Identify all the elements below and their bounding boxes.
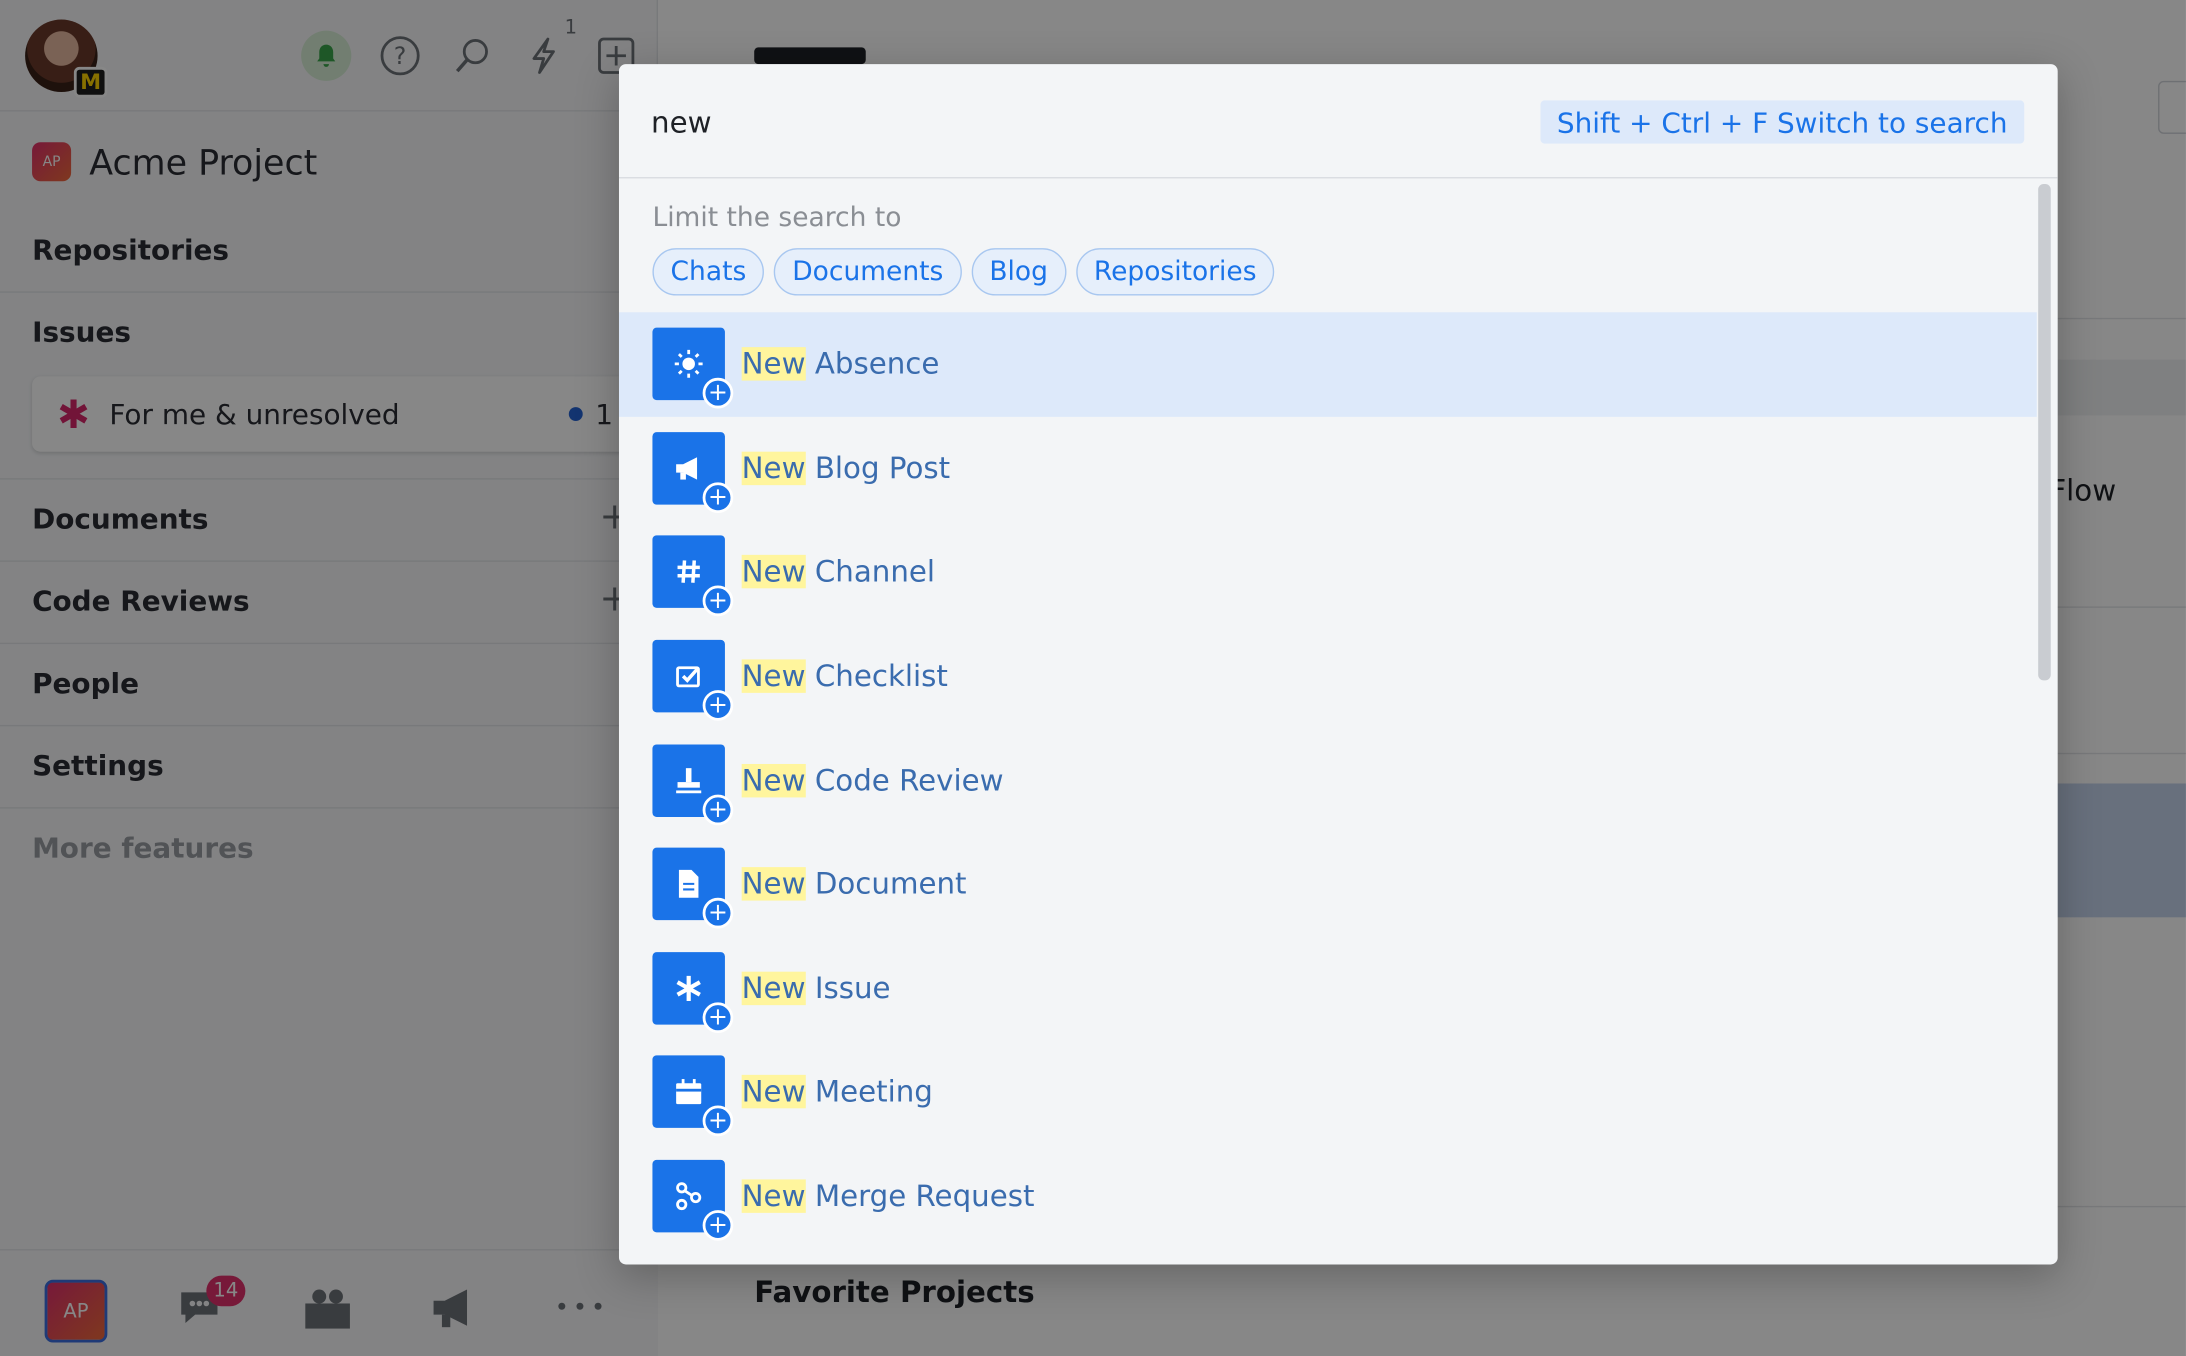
- plus-icon: +: [702, 1106, 734, 1137]
- checklist-icon: +: [652, 640, 734, 721]
- result-label: New Issue: [741, 971, 891, 1005]
- chip-chats[interactable]: Chats: [652, 248, 765, 296]
- megaphone-icon: +: [652, 432, 734, 513]
- plus-icon: +: [702, 586, 734, 617]
- hashtag-icon: +: [652, 536, 734, 617]
- result-label: New Meeting: [741, 1075, 933, 1109]
- plus-icon: +: [702, 690, 734, 721]
- search-scope-chips: Chats Documents Blog Repositories: [652, 248, 1275, 296]
- plus-icon: +: [702, 378, 734, 409]
- result-new-code-review[interactable]: + New Code Review: [619, 728, 2037, 832]
- plus-icon: +: [702, 482, 734, 513]
- chip-documents[interactable]: Documents: [774, 248, 962, 296]
- stamp-icon: +: [652, 743, 734, 825]
- result-label: New Code Review: [741, 763, 1004, 797]
- search-input[interactable]: [651, 100, 1488, 145]
- result-label: New Channel: [741, 555, 936, 589]
- result-label: New Absence: [741, 347, 940, 382]
- result-new-absence[interactable]: + New Absence: [618, 312, 2037, 417]
- result-label: New Blog Post: [741, 451, 951, 485]
- result-new-meeting[interactable]: + New Meeting: [619, 1040, 2037, 1144]
- result-new-document[interactable]: + New Document: [619, 832, 2037, 936]
- asterisk-icon: +: [652, 951, 734, 1033]
- sun-icon: +: [652, 328, 734, 409]
- plus-icon: +: [702, 1210, 734, 1241]
- switch-to-search-hint[interactable]: Shift + Ctrl + F Switch to search: [1540, 100, 2025, 144]
- document-icon: +: [652, 847, 734, 929]
- results-list: + New Absence + New Blog Post + New Chan…: [618, 312, 2037, 1248]
- limit-search-label: Limit the search to: [652, 202, 902, 233]
- search-row: Shift + Ctrl + F Switch to search: [618, 64, 2058, 179]
- result-label: New Checklist: [741, 659, 948, 693]
- quick-search-dialog: Shift + Ctrl + F Switch to search Limit …: [618, 64, 2058, 1265]
- chip-repositories[interactable]: Repositories: [1075, 248, 1275, 296]
- plus-icon: +: [702, 794, 734, 825]
- plus-icon: +: [702, 1002, 734, 1033]
- result-new-issue[interactable]: + New Issue: [619, 936, 2037, 1040]
- calendar-icon: +: [652, 1055, 734, 1137]
- result-label: New Merge Request: [741, 1179, 1035, 1213]
- result-new-blog-post[interactable]: + New Blog Post: [619, 416, 2037, 520]
- result-new-checklist[interactable]: + New Checklist: [619, 624, 2037, 728]
- chip-blog[interactable]: Blog: [971, 248, 1067, 296]
- result-new-merge-request[interactable]: + New Merge Request: [619, 1144, 2037, 1248]
- result-new-channel[interactable]: + New Channel: [619, 520, 2037, 624]
- plus-icon: +: [702, 898, 734, 929]
- results-scrollbar[interactable]: [2038, 184, 2051, 681]
- merge-icon: +: [652, 1159, 734, 1241]
- result-label: New Document: [741, 867, 967, 901]
